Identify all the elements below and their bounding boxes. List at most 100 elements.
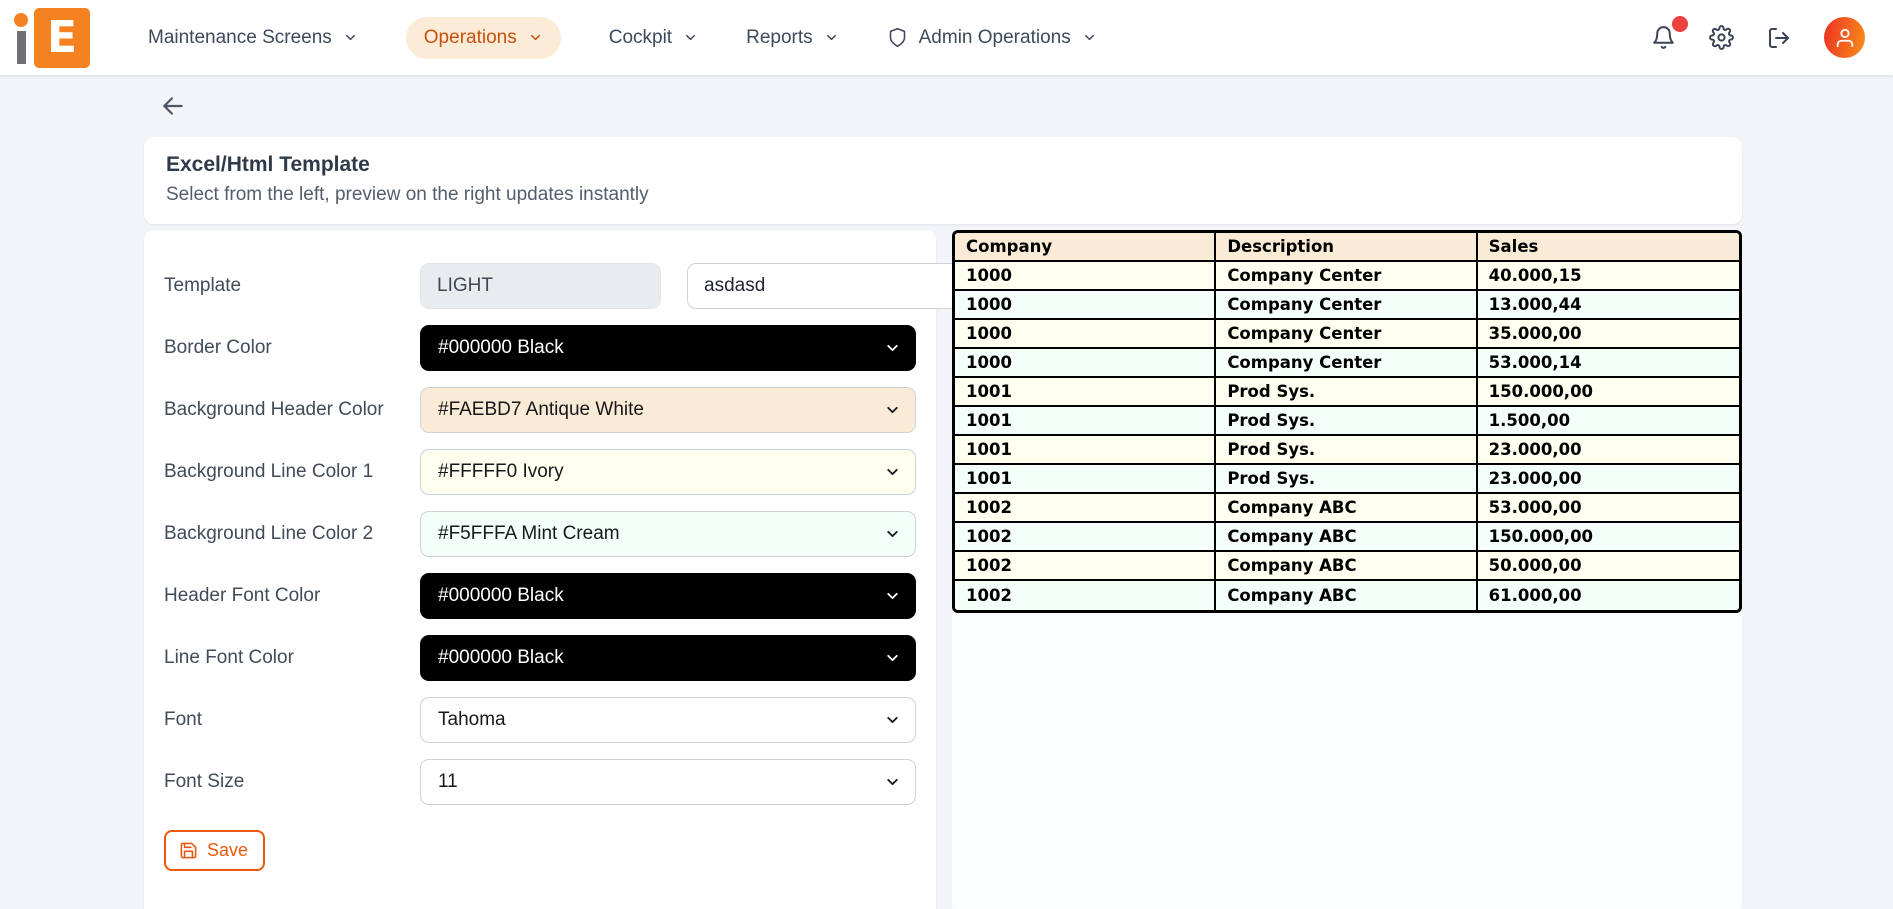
preview-cell-sales: 50.000,00: [1478, 552, 1739, 581]
font-size-select[interactable]: 11: [420, 759, 916, 805]
header-font-color-selected-value: #000000 Black: [438, 585, 564, 607]
background-header-color-select[interactable]: #FAEBD7 Antique White: [420, 387, 916, 433]
background-line-color-2-label: Background Line Color 2: [164, 523, 420, 545]
nav-item-label: Cockpit: [609, 27, 672, 49]
preview-row: 1002Company ABC61.000,00: [955, 581, 1739, 610]
logo-box: E: [34, 8, 90, 68]
nav-item-operations[interactable]: Operations: [406, 17, 561, 59]
form-row-header-font-color: Header Font Color #000000 Black: [164, 573, 916, 619]
preview-row: 1002Company ABC50.000,00: [955, 552, 1739, 581]
template-input-2[interactable]: [687, 263, 966, 309]
preview-table: CompanyDescriptionSales1000Company Cente…: [952, 230, 1742, 613]
line-font-color-label: Line Font Color: [164, 647, 420, 669]
preview-cell-sales: 61.000,00: [1478, 581, 1739, 610]
preview-cell-description: Company ABC: [1216, 494, 1477, 523]
background-line-color-1-select[interactable]: #FFFFF0 Ivory: [420, 449, 916, 495]
user-avatar[interactable]: [1824, 17, 1865, 58]
preview-cell-description: Company ABC: [1216, 523, 1477, 552]
preview-cell-sales: 1.500,00: [1478, 407, 1739, 436]
font-selected-value: Tahoma: [438, 709, 506, 731]
template-label: Template: [164, 275, 420, 297]
background-line-color-1-control: #FFFFF0 Ivory: [420, 449, 916, 495]
font-control: Tahoma: [420, 697, 916, 743]
background-line-color-2-select[interactable]: #F5FFFA Mint Cream: [420, 511, 916, 557]
preview-cell-company: 1001: [955, 436, 1216, 465]
preview-cell-company: 1002: [955, 581, 1216, 610]
back-button[interactable]: [160, 93, 186, 119]
preview-cell-company: 1002: [955, 552, 1216, 581]
preview-row: 1000Company Center35.000,00: [955, 320, 1739, 349]
chevron-down-icon: [884, 774, 901, 791]
line-font-color-select[interactable]: #000000 Black: [420, 635, 916, 681]
background-header-color-selected-value: #FAEBD7 Antique White: [438, 399, 644, 421]
save-button[interactable]: Save: [164, 830, 265, 871]
chevron-down-icon: [884, 340, 901, 357]
preview-row: 1002Company ABC53.000,00: [955, 494, 1739, 523]
nav-item-admin-operations[interactable]: Admin Operations: [887, 27, 1097, 49]
line-font-color-selected-value: #000000 Black: [438, 647, 564, 669]
user-icon: [1834, 27, 1856, 49]
preview-cell-description: Prod Sys.: [1216, 436, 1477, 465]
header-font-color-label: Header Font Color: [164, 585, 420, 607]
chevron-down-icon: [824, 30, 839, 45]
preview-row: 1002Company ABC150.000,00: [955, 523, 1739, 552]
preview-cell-sales: 40.000,15: [1478, 262, 1739, 291]
form-row-border-color: Border Color #000000 Black: [164, 325, 916, 371]
border-color-label: Border Color: [164, 337, 420, 359]
nav-item-label: Reports: [746, 27, 813, 49]
template-control: [420, 263, 966, 309]
font-select[interactable]: Tahoma: [420, 697, 916, 743]
nav-item-reports[interactable]: Reports: [746, 27, 839, 49]
nav-item-cockpit[interactable]: Cockpit: [609, 27, 698, 49]
preview-row: 1000Company Center40.000,15: [955, 262, 1739, 291]
preview-row: 1001Prod Sys.150.000,00: [955, 378, 1739, 407]
preview-cell-description: Prod Sys.: [1216, 465, 1477, 494]
settings-button[interactable]: [1709, 25, 1734, 50]
logo-dot-icon: [14, 13, 28, 27]
save-button-label: Save: [207, 840, 248, 861]
form-row-background-line-color-1: Background Line Color 1#FFFFF0 Ivory: [164, 449, 916, 495]
gear-icon: [1709, 25, 1734, 50]
background-line-color-2-control: #F5FFFA Mint Cream: [420, 511, 916, 557]
preview-cell-sales: 23.000,00: [1478, 436, 1739, 465]
form-row-font-size: Font Size11: [164, 759, 916, 805]
background-line-color-2-selected-value: #F5FFFA Mint Cream: [438, 523, 620, 545]
form-rows: Template Border Color #000000 Black Backgro…: [164, 263, 916, 805]
preview-cell-company: 1001: [955, 378, 1216, 407]
logo-stem-icon: [17, 31, 26, 64]
top-navbar: E Maintenance Screens Operations Cockpit Re…: [0, 0, 1893, 75]
preview-cell-sales: 150.000,00: [1478, 378, 1739, 407]
preview-row: 1001Prod Sys.1.500,00: [955, 407, 1739, 436]
preview-panel: CompanyDescriptionSales1000Company Cente…: [952, 230, 1742, 909]
main-nav: Maintenance Screens Operations Cockpit Repo…: [148, 17, 1097, 59]
border-color-selected-value: #000000 Black: [438, 337, 564, 359]
form-row-background-header-color: Background Header Color #FAEBD7 Antique W…: [164, 387, 916, 433]
chevron-down-icon: [884, 588, 901, 605]
page-title: Excel/Html Template: [166, 153, 1717, 177]
background-header-color-label: Background Header Color: [164, 399, 420, 421]
preview-cell-description: Company Center: [1216, 291, 1477, 320]
preview-cell-company: 1001: [955, 407, 1216, 436]
notifications-button[interactable]: [1651, 25, 1676, 50]
header-font-color-select[interactable]: #000000 Black: [420, 573, 916, 619]
header-font-color-control: #000000 Black: [420, 573, 916, 619]
logo-letter: E: [47, 16, 77, 60]
preview-cell-sales: 53.000,00: [1478, 494, 1739, 523]
app-logo[interactable]: E: [14, 8, 90, 68]
nav-item-maintenance-screens[interactable]: Maintenance Screens: [148, 27, 358, 49]
preview-cell-company: 1000: [955, 349, 1216, 378]
border-color-select[interactable]: #000000 Black: [420, 325, 916, 371]
chevron-down-icon: [528, 30, 543, 45]
bell-icon: [1651, 25, 1676, 50]
preview-cell-description: Company Center: [1216, 349, 1477, 378]
preview-cell-sales: 35.000,00: [1478, 320, 1739, 349]
nav-item-label: Admin Operations: [919, 27, 1071, 49]
border-color-control: #000000 Black: [420, 325, 916, 371]
form-row-font: FontTahoma: [164, 697, 916, 743]
preview-row: 1001Prod Sys.23.000,00: [955, 465, 1739, 494]
form-row-background-line-color-2: Background Line Color 2 #F5FFFA Mint Crea…: [164, 511, 916, 557]
logout-button[interactable]: [1767, 26, 1791, 50]
preview-cell-company: 1000: [955, 262, 1216, 291]
form-row-template: Template: [164, 263, 916, 309]
chevron-down-icon: [884, 650, 901, 667]
